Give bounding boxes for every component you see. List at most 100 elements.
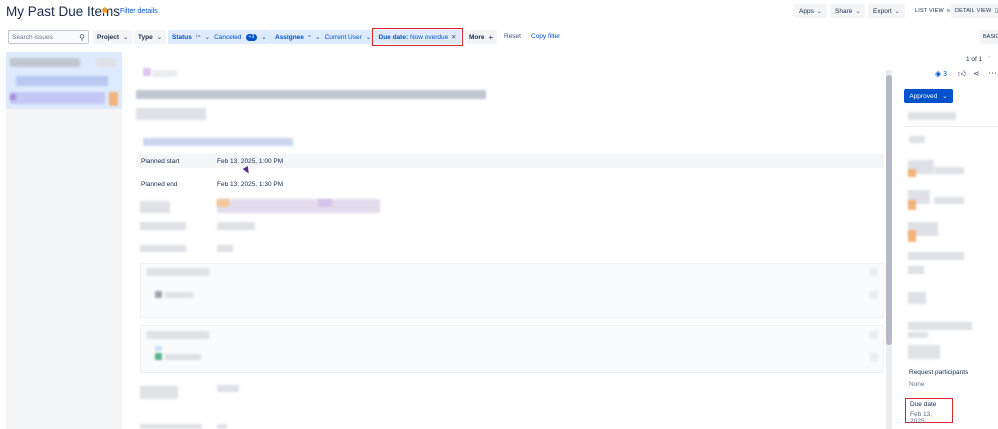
redacted-text [909, 136, 925, 143]
redacted-text [908, 322, 972, 330]
redacted-value [217, 222, 255, 230]
project-filter[interactable]: Project ⌄ [93, 30, 133, 44]
list-view-button[interactable]: LIST VIEW ≡ [911, 4, 955, 18]
redacted-text [165, 354, 201, 360]
redacted-icon [870, 353, 878, 361]
more-filters-button[interactable]: More + [465, 30, 498, 44]
assignee-filter[interactable]: Assignee = ⌄ Current User ⌄ [271, 30, 376, 44]
redacted-text [908, 112, 956, 120]
redacted-text [147, 268, 209, 276]
assignee-operator: = [307, 34, 312, 40]
assignee-value: Current User [324, 33, 362, 41]
chevron-down-icon: ⌄ [894, 8, 900, 15]
redacted-text [96, 58, 116, 67]
apps-button[interactable]: Apps ⌄ [794, 4, 827, 18]
detail-view-button[interactable]: DETAIL VIEW ◫ [951, 4, 998, 18]
chevron-down-icon: ⌄ [942, 93, 948, 100]
detail-icon: ◫ [994, 8, 998, 14]
detail-scrollbar[interactable] [886, 70, 892, 429]
more-actions-icon[interactable]: ⋯ [988, 68, 997, 79]
redacted-value [217, 385, 239, 392]
due-date-filter[interactable]: Due date: Now overdue ✕ [374, 30, 461, 44]
redacted-icon [318, 199, 332, 207]
basic-search-button[interactable]: BASIC [980, 30, 998, 44]
project-label: Project [97, 33, 120, 41]
watchers-button[interactable]: ◉ 3 [935, 70, 948, 79]
search-icon: ⚲ [79, 32, 85, 42]
chevron-down-icon: ⌄ [156, 34, 163, 41]
redacted-text [908, 345, 940, 359]
status-count-badge: +3 [245, 33, 258, 41]
redacted-label [140, 201, 170, 213]
share-label: Share [835, 7, 853, 15]
redacted-text [143, 138, 293, 146]
redacted-icon [155, 291, 162, 298]
redacted-summary [136, 90, 486, 99]
chevron-down-icon: ⌄ [855, 8, 861, 15]
status-filter[interactable]: Status != ⌄ Canceled +3 ⌄ [168, 30, 271, 44]
due-date-filter-value: Now overdue [409, 33, 449, 41]
chevron-down-icon: ⌄ [365, 34, 372, 41]
redacted-text [152, 70, 177, 77]
export-label: Export [873, 7, 892, 15]
status-button[interactable]: Approved ⌄ [904, 89, 953, 103]
watchers-count: 3 [943, 70, 948, 78]
chevron-down-icon: ⌄ [816, 8, 822, 15]
planned-end-value[interactable]: Feb 13, 2025, 1:30 PM [217, 181, 283, 188]
status-value: Canceled [214, 33, 242, 41]
copy-filter-link[interactable]: Copy filter [531, 33, 560, 40]
close-icon[interactable]: ✕ [451, 33, 456, 41]
redacted-text [140, 424, 202, 429]
chevron-down-icon: ⌄ [123, 34, 129, 41]
chevron-up-icon[interactable]: ⌃ [986, 55, 992, 63]
type-filter[interactable]: Type ⌄ [134, 30, 167, 44]
chevron-down-icon: ⌄ [315, 34, 321, 41]
redacted-value [217, 245, 233, 252]
share-button[interactable]: Share ⌄ [830, 4, 866, 18]
redacted-value [217, 199, 380, 213]
chevron-down-icon: ⌄ [261, 34, 267, 41]
redacted-text [165, 292, 193, 298]
export-button[interactable]: Export ⌄ [868, 4, 905, 18]
plus-icon: + [488, 32, 494, 42]
planned-start-label: Planned start [141, 158, 180, 165]
thumbs-up-icon[interactable]: 👍︎ [958, 69, 966, 79]
reset-button[interactable]: Reset [504, 33, 521, 40]
redacted-text [908, 292, 926, 304]
redacted-icon [870, 291, 878, 299]
star-icon[interactable]: ★ [100, 4, 110, 17]
chevron-down-icon: ⌄ [204, 34, 211, 41]
redacted-text [217, 424, 227, 429]
redacted-text [908, 252, 964, 260]
redacted-label [140, 222, 186, 230]
due-date-filter-highlight: Due date: Now overdue ✕ [372, 28, 463, 46]
request-participants-label: Request participants [909, 369, 969, 376]
redacted-text [934, 197, 964, 204]
planned-start-value[interactable]: Feb 13, 2025, 1:00 PM [217, 158, 283, 165]
filter-details-link[interactable]: Filter details [120, 8, 158, 15]
redacted-label [140, 245, 186, 252]
divider [904, 126, 998, 127]
status-label: Status [172, 33, 192, 41]
redacted-icon [155, 346, 162, 351]
status-operator: != [195, 34, 201, 40]
redacted-label [140, 386, 178, 399]
more-label: More [469, 33, 485, 41]
due-date-label: Due date [910, 401, 937, 408]
planned-end-label: Planned end [141, 181, 178, 188]
redacted-text [10, 92, 105, 104]
eye-icon: ◉ [935, 71, 942, 78]
apps-label: Apps [799, 7, 814, 15]
assignee-label: Assignee [275, 33, 304, 41]
status-button-label: Approved [909, 92, 938, 100]
list-view-label: LIST VIEW [915, 8, 944, 14]
search-input[interactable]: Search issues ⚲ [8, 30, 89, 44]
share-icon[interactable]: ⋖ [973, 69, 980, 78]
redacted-avatar [109, 92, 118, 106]
redacted-summary [136, 108, 206, 120]
scrollbar-thumb[interactable] [886, 75, 892, 345]
redacted-text [147, 331, 209, 339]
due-date-value[interactable]: Feb 13, 2025 [910, 411, 948, 425]
request-participants-value[interactable]: None [909, 381, 925, 388]
redacted-text [16, 76, 108, 86]
